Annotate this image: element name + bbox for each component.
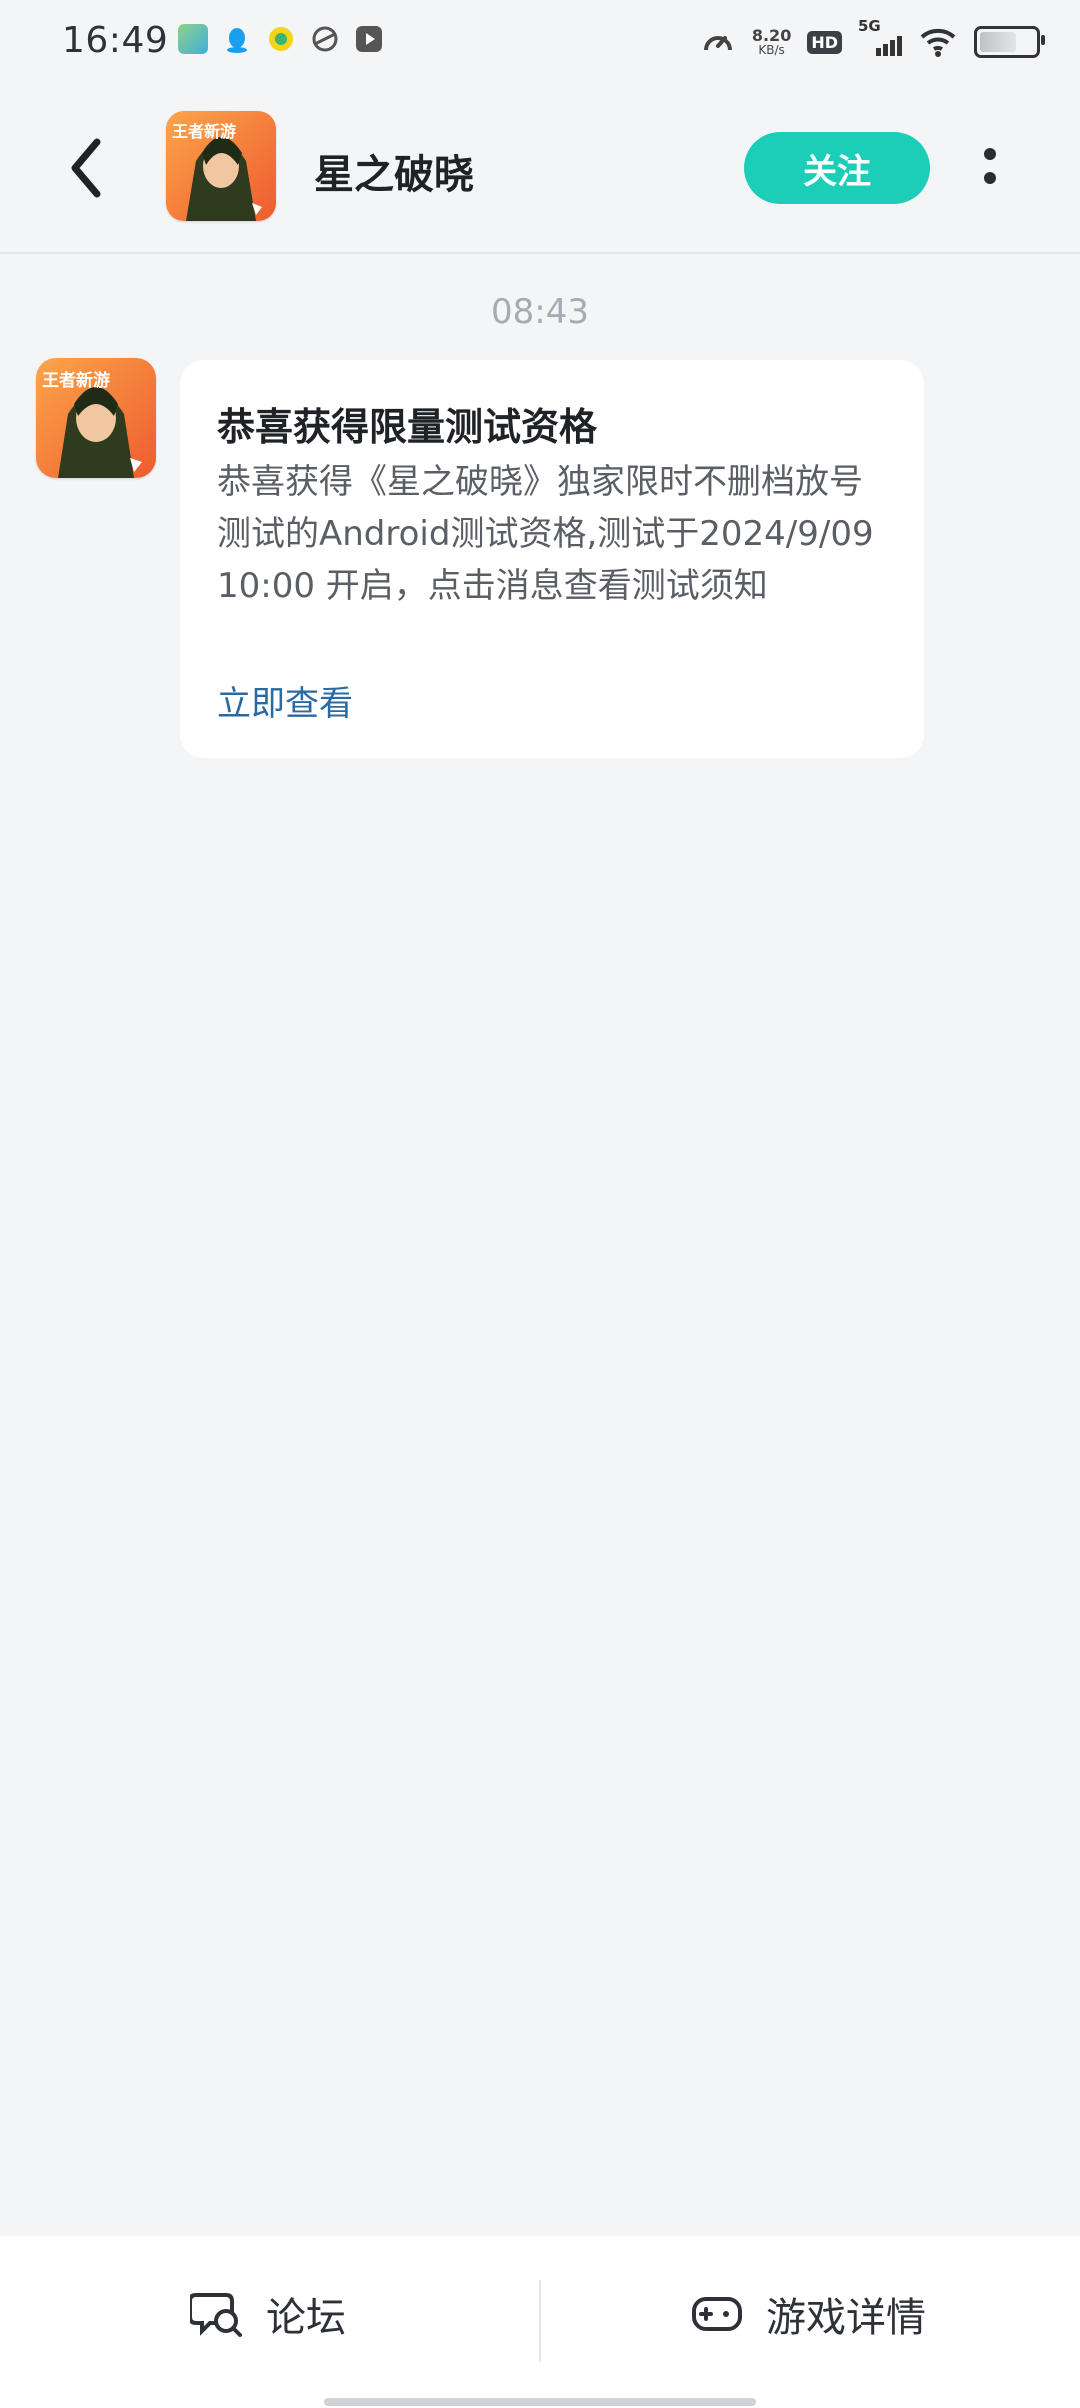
battery-icon <box>974 26 1045 58</box>
network-speed: 8.20 KB/s <box>751 26 792 57</box>
speedometer-icon <box>703 36 732 51</box>
forum-label: 论坛 <box>266 2295 346 2341</box>
avatar-banner-text: 王者新游 <box>42 370 110 391</box>
network-speed-unit: KB/s <box>758 43 785 57</box>
hd-badge: HD <box>807 30 842 54</box>
forum-tab[interactable]: 论坛 <box>190 2272 346 2356</box>
game-avatar[interactable]: 王者新游 <box>166 111 276 221</box>
video-app-icon <box>354 24 384 54</box>
view-now-link[interactable]: 立即查看 <box>217 676 353 725</box>
game-detail-label: 游戏详情 <box>766 2295 926 2341</box>
app-notification-icon <box>178 24 208 54</box>
back-arrow-icon <box>71 138 101 198</box>
chat-title: 星之破晓 <box>314 152 474 198</box>
more-options-button[interactable] <box>972 142 1008 190</box>
status-bar: 16:49 8.20 KB/s HD 5G <box>0 0 1080 84</box>
message-title: 恭喜获得限量测试资格 <box>217 405 598 449</box>
music-app-icon <box>266 24 296 54</box>
avatar-banner-text: 王者新游 <box>172 122 236 141</box>
message-timestamp: 08:43 <box>491 292 589 332</box>
more-dot-icon <box>984 148 996 160</box>
signal-icon: 5G <box>858 17 902 60</box>
message-card[interactable]: 恭喜获得限量测试资格 恭喜获得《星之破晓》独家限时不删档放号测试的Android… <box>180 360 924 758</box>
message-sender-avatar[interactable]: 王者新游 <box>36 358 156 478</box>
wifi-icon <box>920 28 956 57</box>
bottom-divider <box>539 2280 541 2362</box>
network-speed-value: 8.20 <box>751 26 792 45</box>
gamepad-icon <box>692 2297 742 2331</box>
home-indicator[interactable] <box>324 2398 756 2406</box>
qq-icon <box>222 24 252 54</box>
message-body: 恭喜获得《星之破晓》独家限时不删档放号测试的Android测试资格,测试于202… <box>217 462 874 606</box>
status-time: 16:49 <box>62 20 169 61</box>
more-dot-icon <box>984 172 996 184</box>
battery-level <box>980 32 1016 52</box>
back-button[interactable] <box>56 134 116 202</box>
forum-icon <box>190 2293 242 2337</box>
app-icon-orbit <box>310 24 340 54</box>
bottom-bar: 论坛 游戏详情 <box>0 2236 1080 2408</box>
game-detail-tab[interactable]: 游戏详情 <box>690 2272 926 2356</box>
status-right: 8.20 KB/s HD 5G <box>700 17 1045 62</box>
chat-header: 王者新游 星之破晓 关注 <box>0 84 1080 254</box>
follow-button[interactable]: 关注 <box>744 132 930 204</box>
